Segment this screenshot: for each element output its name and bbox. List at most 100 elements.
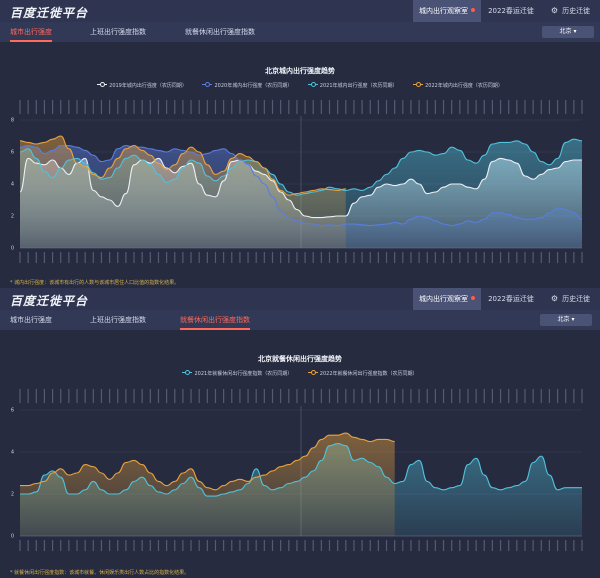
x-label-top: [451, 389, 453, 403]
legend-item-2020[interactable]: 2020年城内出行强度（农历同期）: [202, 82, 292, 89]
x-label-top: [524, 389, 526, 403]
x-label-bottom: [524, 540, 526, 551]
panel-city-travel: 百度迁徙平台 城内出行观察室 2022春运迁徙 ⚙ 历史迁徙 城市出行强度 上班出…: [0, 0, 600, 288]
x-label-top: [133, 389, 135, 403]
legend-item-2021[interactable]: 2021年城内出行强度（农历同期）: [307, 82, 398, 89]
x-label-bottom: [499, 252, 502, 263]
gear-icon: ⚙: [550, 6, 559, 15]
x-label-top: [369, 389, 371, 403]
nav-spring-migration[interactable]: 2022春运迁徙: [481, 0, 541, 22]
x-label-top: [394, 100, 396, 114]
x-label-top: [263, 100, 265, 114]
legend-item-2019[interactable]: 2019年城内出行强度（农历同期）: [97, 82, 187, 89]
y-tick-label: 6: [11, 150, 14, 156]
legend-item-2021[interactable]: 2021年就餐休闲出行强度指数（农历同期）: [182, 370, 292, 377]
x-label-bottom: [337, 252, 339, 263]
x-label-bottom: [337, 540, 339, 551]
x-label-bottom: [320, 252, 322, 263]
x-label-top: [296, 389, 298, 403]
x-label-bottom: [540, 252, 542, 263]
x-label-top: [353, 100, 355, 114]
x-label-bottom: [190, 540, 192, 551]
x-label-bottom: [231, 252, 233, 263]
x-label-top: [508, 100, 510, 114]
x-label-bottom: [320, 540, 322, 551]
x-label-bottom: [369, 540, 371, 551]
x-label-top: [556, 389, 559, 403]
x-label-bottom: [271, 540, 274, 551]
x-label-bottom: [475, 252, 477, 263]
tab-leisure-intensity[interactable]: 就餐休闲出行强度指数: [185, 22, 255, 42]
x-label-bottom: [418, 540, 420, 551]
x-label-top: [35, 100, 37, 114]
x-label-top: [280, 100, 282, 114]
x-label-bottom: [149, 540, 151, 551]
alert-dot-icon: [471, 296, 475, 300]
x-label-top: [483, 389, 485, 403]
x-label-bottom: [255, 540, 257, 551]
nav-city-observatory[interactable]: 城内出行观察室: [413, 0, 481, 22]
y-tick-label: 0: [11, 534, 14, 540]
x-label-top: [263, 389, 265, 403]
x-label-bottom: [467, 252, 469, 263]
x-label-bottom: [369, 252, 371, 263]
tab-city-travel-intensity[interactable]: 城市出行强度: [10, 310, 52, 330]
city-select[interactable]: 北京 ▾: [540, 314, 592, 326]
nav-history-migration[interactable]: ⚙ 历史迁徙: [541, 0, 600, 22]
x-label-bottom: [198, 540, 200, 551]
x-label-top: [231, 389, 233, 403]
x-label-bottom: [499, 540, 502, 551]
x-label-bottom: [328, 540, 331, 551]
top-nav-bar: 百度迁徙平台 城内出行观察室 2022春运迁徙 ⚙ 历史迁徙: [0, 0, 600, 22]
x-label-top: [418, 389, 420, 403]
x-label-top: [223, 389, 225, 403]
nav-history-migration[interactable]: ⚙ 历史迁徙: [541, 288, 600, 310]
x-label-top: [475, 100, 477, 114]
x-label-bottom: [288, 252, 290, 263]
x-label-top: [84, 100, 86, 114]
x-label-bottom: [377, 540, 379, 551]
x-label-bottom: [304, 540, 306, 551]
x-label-top: [304, 389, 306, 403]
x-label-top: [491, 100, 494, 114]
x-label-bottom: [434, 252, 436, 263]
x-label-bottom: [68, 540, 70, 551]
x-label-top: [174, 100, 176, 114]
x-label-top: [410, 100, 412, 114]
tab-commute-intensity[interactable]: 上班出行强度指数: [90, 310, 146, 330]
x-label-top: [516, 389, 518, 403]
x-label-bottom: [394, 252, 396, 263]
x-label-top: [565, 389, 567, 403]
x-label-top: [337, 389, 339, 403]
x-label-bottom: [166, 252, 168, 263]
x-label-bottom: [92, 540, 94, 551]
chart2-legend: 2021年就餐休闲出行强度指数（农历同期） 2022年就餐休闲出行强度指数（农历…: [0, 370, 600, 377]
x-label-bottom: [573, 540, 575, 551]
x-label-top: [361, 389, 363, 403]
x-label-bottom: [361, 252, 363, 263]
nav-city-observatory[interactable]: 城内出行观察室: [413, 288, 481, 310]
x-label-top: [84, 389, 86, 403]
tab-commute-intensity[interactable]: 上班出行强度指数: [90, 22, 146, 42]
x-label-top: [27, 389, 29, 403]
tab-leisure-intensity[interactable]: 就餐休闲出行强度指数: [180, 310, 250, 330]
x-label-top: [280, 389, 282, 403]
nav-spring-migration[interactable]: 2022春运迁徙: [481, 288, 541, 310]
legend-item-2022[interactable]: 2022年就餐休闲出行强度指数（农历同期）: [307, 370, 418, 377]
x-label-bottom: [296, 252, 298, 263]
x-label-bottom: [418, 252, 420, 263]
x-label-bottom: [223, 540, 225, 551]
x-label-top: [418, 100, 420, 114]
x-label-bottom: [214, 540, 217, 551]
y-tick-label: 6: [11, 408, 14, 414]
x-label-top: [402, 389, 404, 403]
x-label-bottom: [540, 540, 542, 551]
legend-item-2022[interactable]: 2022年城内出行强度（农历同期）: [413, 82, 503, 89]
city-select[interactable]: 北京 ▾: [542, 26, 594, 38]
x-label-bottom: [157, 252, 160, 263]
x-label-top: [377, 100, 379, 114]
x-label-bottom: [280, 252, 282, 263]
tab-city-travel-intensity[interactable]: 城市出行强度: [10, 22, 52, 42]
x-label-bottom: [548, 252, 551, 263]
x-label-bottom: [141, 252, 143, 263]
